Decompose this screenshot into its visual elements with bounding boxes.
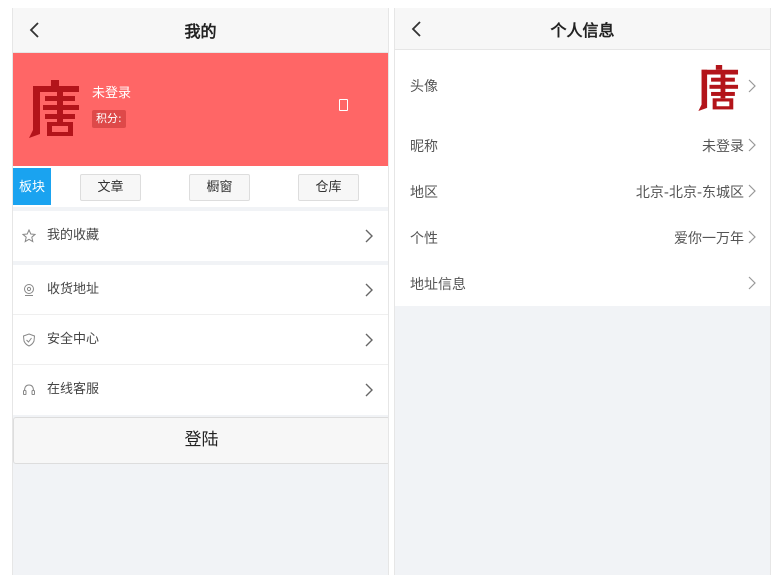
info-label: 昵称 xyxy=(410,139,438,155)
info-row-avatar[interactable]: 头像 xyxy=(395,50,770,122)
chevron-right-icon xyxy=(365,333,373,347)
personal-info-screen: 个人信息 头像 昵称 未登录 地区 北京-北京-东城区 个性 爱你一万年 地址信… xyxy=(394,8,771,575)
menu-item-label: 安全中心 xyxy=(47,332,100,347)
tab-warehouse[interactable]: 仓库 xyxy=(298,174,359,201)
header-bar: 个人信息 xyxy=(395,8,770,50)
profile-banner: 未登录 积分: xyxy=(13,53,388,166)
info-value: 爱你一万年 xyxy=(674,231,744,247)
menu-item-label: 我的收藏 xyxy=(47,228,100,243)
info-list: 头像 昵称 未登录 地区 北京-北京-东城区 个性 爱你一万年 地址信息 xyxy=(395,50,770,306)
chevron-right-icon xyxy=(748,79,756,93)
shield-icon xyxy=(22,333,36,347)
tab-board[interactable]: 板块 xyxy=(13,168,51,205)
info-label: 地区 xyxy=(410,185,438,201)
chevron-right-icon xyxy=(365,229,373,243)
message-icon[interactable] xyxy=(339,99,348,111)
tab-articles[interactable]: 文章 xyxy=(80,174,141,201)
info-label: 个性 xyxy=(410,231,438,247)
menu-item-label: 收货地址 xyxy=(47,282,100,297)
chevron-right-icon xyxy=(365,283,373,297)
tab-showcase[interactable]: 橱窗 xyxy=(189,174,250,201)
chevron-right-icon xyxy=(748,184,756,198)
info-value: 北京-北京-东城区 xyxy=(635,185,744,201)
menu-item-customer-service[interactable]: 在线客服 xyxy=(13,365,388,415)
chevron-right-icon xyxy=(365,383,373,397)
info-value: 未登录 xyxy=(702,139,744,155)
avatar-logo-icon[interactable] xyxy=(29,80,81,138)
headset-icon xyxy=(23,384,35,395)
info-row-personality[interactable]: 个性 爱你一万年 xyxy=(395,214,770,260)
menu-item-label: 在线客服 xyxy=(47,382,100,397)
location-icon xyxy=(24,284,34,296)
menu-item-security[interactable]: 安全中心 xyxy=(13,315,388,365)
chevron-right-icon xyxy=(748,276,756,290)
menu-item-address[interactable]: 收货地址 xyxy=(13,265,388,315)
header-bar: 我的 xyxy=(13,8,388,53)
back-arrow-icon[interactable] xyxy=(27,21,45,39)
page-title: 我的 xyxy=(184,22,217,41)
back-arrow-icon[interactable] xyxy=(409,20,427,38)
info-row-address[interactable]: 地址信息 xyxy=(395,260,770,306)
info-label: 地址信息 xyxy=(410,277,466,293)
page-title: 个人信息 xyxy=(550,20,615,40)
points-badge: 积分: xyxy=(92,110,126,128)
menu-item-favorites[interactable]: 我的收藏 xyxy=(13,211,388,261)
category-tabs: 板块 文章 橱窗 仓库 xyxy=(13,166,388,207)
avatar-logo-icon xyxy=(698,65,739,111)
my-page-screen: 我的 未登录 积分: 板块 文章 橱窗 仓库 我的收藏 收货地址 安全中心 在线… xyxy=(12,8,389,575)
info-row-nickname[interactable]: 昵称 未登录 xyxy=(395,122,770,168)
login-button[interactable]: 登陆 xyxy=(13,417,388,464)
account-group: 收货地址 安全中心 在线客服 xyxy=(13,265,388,415)
chevron-right-icon xyxy=(748,230,756,244)
info-row-region[interactable]: 地区 北京-北京-东城区 xyxy=(395,168,770,214)
star-icon xyxy=(22,229,36,243)
chevron-right-icon xyxy=(748,138,756,152)
info-label: 头像 xyxy=(410,79,438,95)
app-stage: 我的 未登录 积分: 板块 文章 橱窗 仓库 我的收藏 收货地址 安全中心 在线… xyxy=(0,0,783,575)
favorites-group: 我的收藏 xyxy=(13,211,388,261)
user-name: 未登录 xyxy=(92,86,132,101)
